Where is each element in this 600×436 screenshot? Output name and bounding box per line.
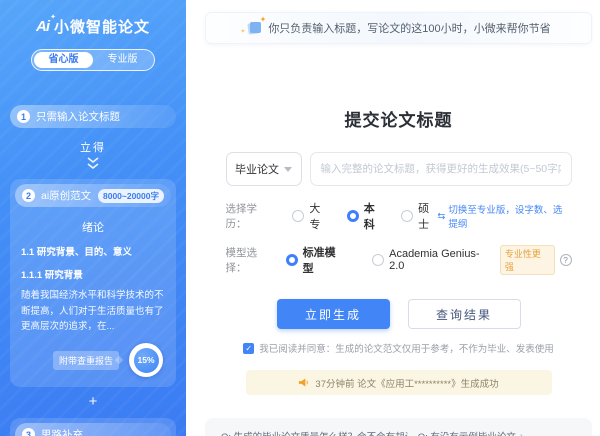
resources-card: 3 思路补充 期刊文献 x30 图片表格 x40 写作思路 x3 致谢模板 xyxy=(10,418,176,436)
radio-icon[interactable] xyxy=(292,210,304,222)
sample-chapter-title: 绪论 xyxy=(15,219,171,235)
faq-link[interactable]: Q: 生成的毕业论文质量怎么样？会不会有胡说八道的情况 › xyxy=(221,429,408,436)
step1-header: 1 只需输入论文标题 xyxy=(10,105,176,128)
sparkle-icon: ✦ xyxy=(50,13,55,21)
agreement-row: ✓ 我已阅读并同意：生成的论文范文仅用于参考，不作为毕业、发表使用 xyxy=(226,341,572,355)
education-label: 选择学历： xyxy=(226,201,275,231)
help-icon[interactable]: ? xyxy=(560,254,572,266)
plagiarism-percent: 15% xyxy=(134,348,159,373)
title-input-row: 毕业论文 xyxy=(226,152,572,186)
chevron-right-icon: › xyxy=(520,431,523,436)
ai-logo-icon: Ai✦ xyxy=(36,18,49,35)
paper-type-select[interactable]: 毕业论文 xyxy=(226,152,302,186)
instant-label: 立得 xyxy=(10,139,176,155)
notice-text: 37分钟前 论文《应用工**********》生成成功 xyxy=(315,376,498,390)
sample-heading-1: 1.1 研究背景、目的、意义 xyxy=(21,244,165,258)
sample-heading-2: 1.1.1 研究背景 xyxy=(21,267,165,281)
step3-number: 3 xyxy=(22,428,35,436)
radio-icon[interactable] xyxy=(372,254,384,266)
doc-sparkle-icon: ✦✦ xyxy=(246,21,262,35)
step3-header: 3 思路补充 xyxy=(15,423,171,436)
agreement-checkbox[interactable]: ✓ xyxy=(243,343,254,354)
sample-paragraph: 随着我国经济水平和科学技术的不断提高，人们对于生活质量也有了更高层次的追求，在.… xyxy=(21,288,165,335)
plagiarism-percent-ring: 15% xyxy=(129,343,163,377)
query-results-button[interactable]: 查询结果 xyxy=(408,299,521,329)
word-count-badge: 8000~20000字 xyxy=(98,189,164,203)
report-tag: 附带查重报告 xyxy=(53,351,119,370)
step2-title: ai原创范文 xyxy=(41,188,91,203)
education-row: 选择学历： 大专 本科 硕士 ⇆ 切换至专业版，设字数、选提纲 xyxy=(226,200,572,232)
step2-header: 2 ai原创范文 8000~20000字 xyxy=(15,184,171,207)
paper-title-input[interactable] xyxy=(310,152,572,186)
faq-panel: Q: 生成的毕业论文质量怎么样？会不会有胡说八道的情况 › Q: 有没有示例毕业… xyxy=(205,418,592,436)
banner-text: 你只负责输入标题，写论文的这100小时，小微来帮你节省 xyxy=(268,20,550,36)
model-row: 模型选择： 标准模型 Academia Genius-2.0 专业性更强 ? xyxy=(226,244,572,276)
generate-button[interactable]: 立即生成 xyxy=(277,299,390,329)
radio-checked-icon[interactable] xyxy=(347,210,359,222)
plagiarism-report-row: 附带查重报告 15% xyxy=(23,343,163,377)
faq-link[interactable]: Q: 有没有示例毕业论文 › xyxy=(418,429,576,436)
step1-title: 只需输入论文标题 xyxy=(36,109,120,124)
step2-number: 2 xyxy=(22,189,35,202)
radio-icon[interactable] xyxy=(401,210,413,222)
paper-type-value: 毕业论文 xyxy=(235,161,279,177)
step3-title: 思路补充 xyxy=(41,427,83,436)
switch-pro-link[interactable]: ⇆ 切换至专业版，设字数、选提纲 xyxy=(437,202,571,230)
submit-form: 毕业论文 选择学历： 大专 本科 硕士 xyxy=(226,152,572,355)
app-title: 小微智能论文 xyxy=(54,16,150,37)
logo: Ai✦ 小微智能论文 xyxy=(10,16,176,37)
model-option-academia-genius[interactable]: Academia Genius-2.0 xyxy=(372,248,494,272)
education-option-bachelor[interactable]: 本科 xyxy=(347,200,383,232)
faq-grid: Q: 生成的毕业论文质量怎么样？会不会有胡说八道的情况 › Q: 有没有示例毕业… xyxy=(221,429,576,436)
model-option-standard[interactable]: 标准模型 xyxy=(286,244,347,276)
sidebar: Ai✦ 小微智能论文 省心版 专业版 1 只需输入论文标题 立得 2 ai原创范… xyxy=(0,0,186,436)
app-window: Ai✦ 小微智能论文 省心版 专业版 1 只需输入论文标题 立得 2 ai原创范… xyxy=(0,0,600,436)
chevron-down-icon xyxy=(284,167,292,172)
notice-bar: 37分钟前 论文《应用工**********》生成成功 xyxy=(246,370,552,395)
radio-checked-icon[interactable] xyxy=(286,254,298,266)
double-chevron-down-icon xyxy=(10,157,176,171)
switch-icon: ⇆ xyxy=(437,211,445,222)
sample-paper-card: 2 ai原创范文 8000~20000字 绪论 1.1 研究背景、目的、意义 1… xyxy=(10,179,176,387)
promo-banner: ✦✦ 你只负责输入标题，写论文的这100小时，小微来帮你节省 xyxy=(205,12,592,44)
education-option-associate[interactable]: 大专 xyxy=(292,200,328,232)
tab-basic-version[interactable]: 省心版 xyxy=(34,52,93,68)
model-label: 模型选择： xyxy=(226,245,278,275)
action-buttons: 立即生成 查询结果 xyxy=(226,299,572,329)
main-panel: ✦✦ 你只负责输入标题，写论文的这100小时，小微来帮你节省 提交论文标题 毕业… xyxy=(186,0,600,436)
tab-pro-version[interactable]: 专业版 xyxy=(93,52,152,68)
step1-number: 1 xyxy=(17,110,30,123)
page-title: 提交论文标题 xyxy=(205,106,592,131)
agreement-text: 我已阅读并同意：生成的论文范文仅用于参考，不作为毕业、发表使用 xyxy=(259,341,554,355)
pro-quality-badge: 专业性更强 xyxy=(500,245,555,275)
plus-divider: + xyxy=(10,393,176,410)
education-option-master[interactable]: 硕士 xyxy=(401,200,437,232)
version-tabs: 省心版 专业版 xyxy=(31,49,155,71)
megaphone-icon xyxy=(298,377,309,388)
